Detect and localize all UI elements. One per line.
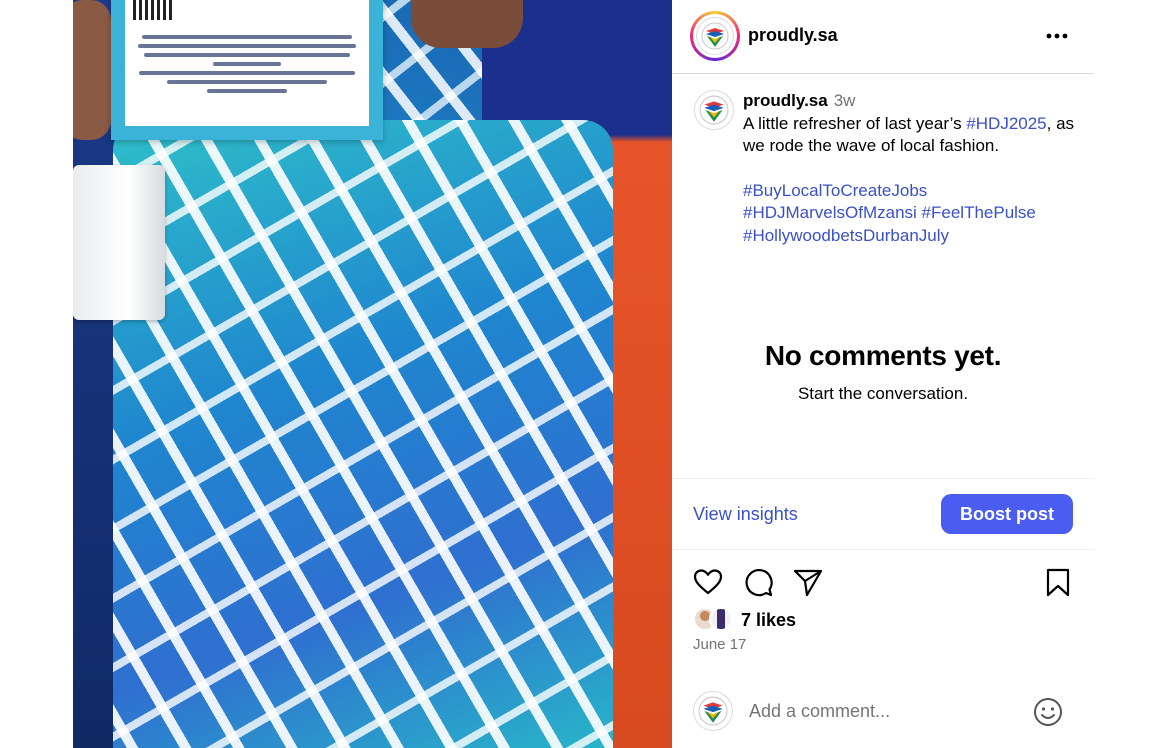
- hashtag-link[interactable]: #FeelThePulse: [922, 203, 1036, 222]
- bookmark-icon[interactable]: [1042, 566, 1074, 598]
- caption-text: A little refresher of last year’s #HDJ20…: [743, 113, 1083, 158]
- boost-post-button[interactable]: Boost post: [941, 494, 1073, 534]
- add-comment-row: [672, 686, 1094, 738]
- post-date[interactable]: June 17: [693, 636, 746, 653]
- post-side-panel: proudly.sa proudly.sa 3w A little refres…: [672, 0, 1094, 748]
- paper-plane-icon[interactable]: [792, 566, 824, 598]
- no-comments-state: No comments yet. Start the conversation.: [672, 340, 1094, 404]
- liker-avatar: [709, 607, 733, 631]
- avatar: [696, 17, 734, 55]
- more-options-icon[interactable]: [1042, 22, 1072, 50]
- hashtag-link[interactable]: #HollywoodbetsDurbanJuly: [743, 226, 949, 245]
- post-author-username[interactable]: proudly.sa: [748, 25, 838, 46]
- hashtag-link[interactable]: #BuyLocalToCreateJobs: [743, 181, 927, 200]
- photo-hand-right: [411, 0, 523, 48]
- insights-row: View insights Boost post: [672, 478, 1094, 550]
- likes-count[interactable]: 7 likes: [741, 610, 796, 631]
- photo-device: [73, 165, 165, 320]
- post-photo[interactable]: [73, 0, 672, 748]
- post-header: proudly.sa: [672, 0, 1094, 74]
- current-user-avatar: [693, 691, 733, 731]
- patterned-dress: [113, 120, 613, 748]
- qr-code: [133, 0, 173, 20]
- caption-text-part: A little refresher of last year’s: [743, 113, 967, 133]
- view-insights-link[interactable]: View insights: [693, 504, 798, 525]
- caption-username[interactable]: proudly.sa: [743, 91, 828, 110]
- no-comments-subtext: Start the conversation.: [797, 384, 969, 403]
- caption-avatar[interactable]: [694, 90, 734, 130]
- hashtag-link[interactable]: #HDJMarvelsOfMzansi: [743, 203, 917, 222]
- heart-icon[interactable]: [692, 566, 724, 598]
- photo-sign: [111, 0, 383, 140]
- avatar: [694, 90, 734, 130]
- caption-timestamp[interactable]: 3w: [834, 91, 856, 110]
- post-actions: [672, 563, 1094, 603]
- proudly-sa-logo-icon: [698, 696, 728, 726]
- photo-hand-left: [73, 0, 111, 140]
- comment-bubble-icon[interactable]: [742, 566, 774, 598]
- caption-body: proudly.sa 3w A little refresher of last …: [743, 90, 1083, 247]
- smiley-icon[interactable]: [1032, 696, 1064, 728]
- avatar: [693, 691, 733, 731]
- sign-text-lines: [133, 30, 361, 98]
- liker-avatars: [693, 607, 737, 631]
- proudly-sa-logo-icon: [699, 95, 729, 125]
- proudly-sa-logo-icon: [701, 22, 729, 50]
- no-comments-heading: No comments yet.: [764, 340, 1002, 371]
- story-ring-avatar[interactable]: [690, 11, 740, 61]
- comment-input[interactable]: [749, 701, 1009, 722]
- hashtag-link[interactable]: #HDJ2025: [966, 114, 1046, 133]
